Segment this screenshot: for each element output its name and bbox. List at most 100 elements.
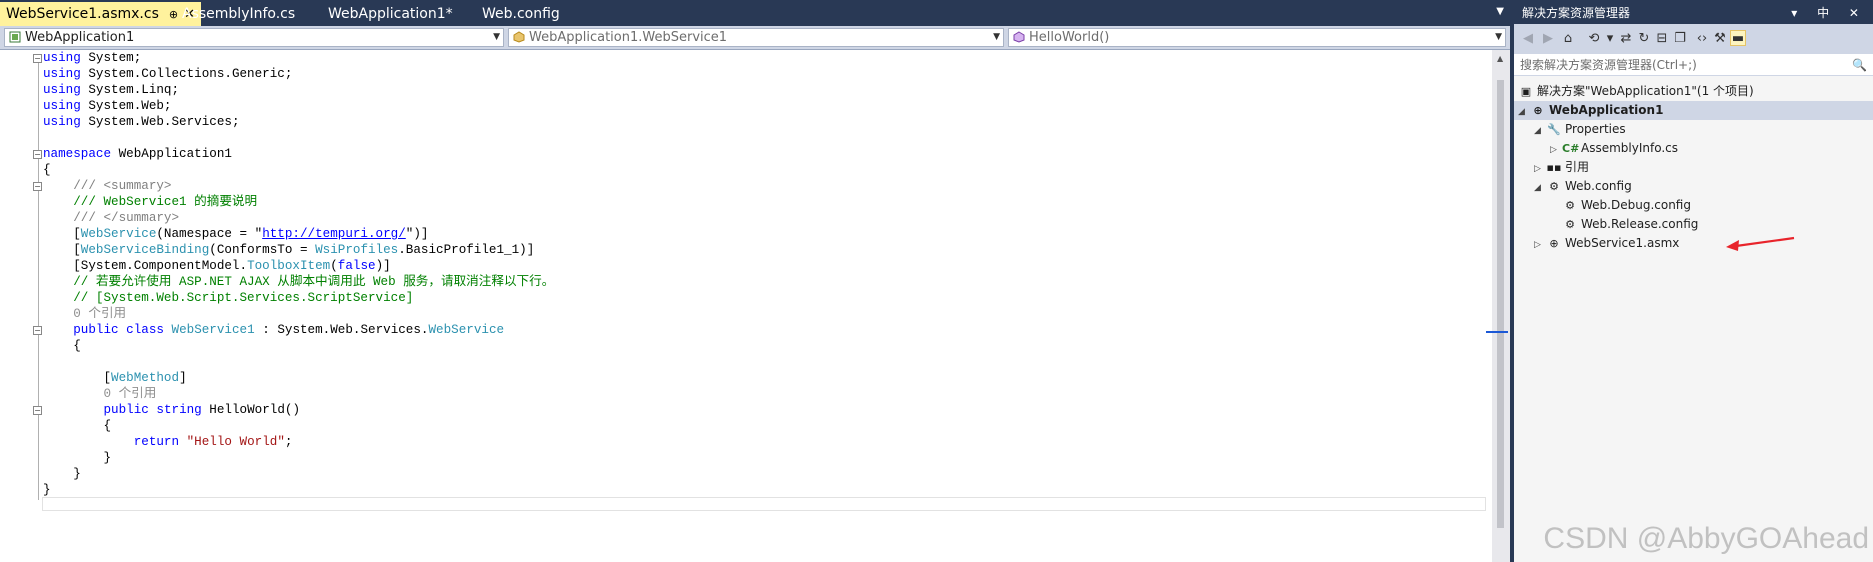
expanded-arrow-icon[interactable]: ◢ xyxy=(1534,179,1546,198)
code-line: namespace WebApplication1 xyxy=(43,147,232,161)
view-code-icon[interactable]: ‹› xyxy=(1694,31,1710,47)
code-line: [WebServiceBinding(ConformsTo = WsiProfi… xyxy=(43,243,535,257)
chevron-down-icon: ▼ xyxy=(493,32,500,42)
scroll-up-icon[interactable]: ▲ xyxy=(1497,54,1503,63)
csharp-project-icon xyxy=(9,31,21,43)
code-line: } xyxy=(43,483,51,497)
tree-node-project[interactable]: ◢ ⊕ WebApplication1 xyxy=(1514,101,1873,120)
home-icon[interactable]: ⌂ xyxy=(1560,31,1576,47)
solution-explorer-title: 解决方案资源管理器 ▾ 中 ✕ xyxy=(1514,0,1873,24)
document-tab-strip: WebService1.asmx.cs ⊕ ✕ AssemblyInfo.cs We… xyxy=(0,0,1510,26)
code-line: using System.Web.Services; xyxy=(43,115,240,129)
wrench-icon: 🔧 xyxy=(1547,123,1561,136)
code-line: using System.Web; xyxy=(43,99,172,113)
window-controls[interactable]: ▾ 中 ✕ xyxy=(1791,0,1867,26)
collapse-all-icon[interactable]: ⊟ xyxy=(1654,31,1670,47)
code-line: public class WebService1 : System.Web.Se… xyxy=(73,323,505,337)
collapse-icon[interactable]: − xyxy=(33,182,42,191)
tree-node-webservice1-asmx[interactable]: ▷ ⊕ WebService1.asmx xyxy=(1534,234,1679,253)
properties-wrench-icon[interactable]: ⚒ xyxy=(1712,31,1728,47)
tree-node-solution[interactable]: ▣ 解决方案"WebApplication1"(1 个项目) xyxy=(1518,82,1754,101)
config-file-icon: ⚙ xyxy=(1565,199,1575,212)
collapse-icon[interactable]: − xyxy=(33,54,42,63)
code-line: using System.Collections.Generic; xyxy=(43,67,293,81)
collapse-icon[interactable]: − xyxy=(33,406,42,415)
current-line-highlight xyxy=(42,497,1486,511)
project-dropdown[interactable]: WebApplication1 ▼ xyxy=(4,28,504,47)
watermark-text: CSDN @AbbyGOAhead xyxy=(1543,522,1869,555)
caret-position-marker xyxy=(1486,331,1508,333)
scrollbar-thumb[interactable] xyxy=(1497,80,1504,528)
code-line: { xyxy=(43,163,51,177)
code-line: /// <summary> xyxy=(43,179,172,193)
solution-search-input[interactable]: 搜索解决方案资源管理器(Ctrl+;) 🔍 xyxy=(1514,54,1873,76)
show-all-files-icon[interactable]: ❐ xyxy=(1672,31,1688,47)
member-dropdown-value: HelloWorld() xyxy=(1029,30,1110,45)
tree-node-web-debug-config[interactable]: ⚙ Web.Debug.config xyxy=(1562,196,1691,215)
chevron-down-icon: ▼ xyxy=(1495,32,1502,42)
solution-explorer-toolbar: ◀ ▶ ⌂ ⟲ ▾ ⇄ ↻ ⊟ ❐ ‹› ⚒ ▬ xyxy=(1514,24,1873,54)
expanded-arrow-icon[interactable]: ◢ xyxy=(1518,103,1530,122)
code-line: /// WebService1 的摘要说明 xyxy=(43,195,258,209)
back-icon[interactable]: ◀ xyxy=(1520,31,1536,47)
tab-label: WebApplication1* xyxy=(328,6,453,22)
search-icon[interactable]: 🔍 xyxy=(1852,54,1867,76)
config-file-icon: ⚙ xyxy=(1565,218,1575,231)
code-line: /// </summary> xyxy=(43,211,180,225)
tree-node-properties[interactable]: ◢ 🔧 Properties xyxy=(1534,120,1626,139)
tab-assemblyinfo-cs[interactable]: AssemblyInfo.cs xyxy=(176,3,301,25)
code-line: { xyxy=(43,339,81,353)
editor-margin xyxy=(0,50,28,562)
references-icon: ▪▪ xyxy=(1546,161,1562,174)
web-service-icon: ⊕ xyxy=(1549,237,1559,250)
web-project-icon: ⊕ xyxy=(1533,104,1543,117)
collapse-icon[interactable]: − xyxy=(33,326,42,335)
codelens-references[interactable]: 0 个引用 xyxy=(43,306,126,322)
code-line: { xyxy=(43,419,112,433)
tree-node-web-release-config[interactable]: ⚙ Web.Release.config xyxy=(1562,215,1698,234)
tree-node-references[interactable]: ▷ ▪▪ 引用 xyxy=(1534,158,1589,177)
code-line: } xyxy=(43,467,81,481)
collapsed-arrow-icon[interactable]: ▷ xyxy=(1534,236,1546,255)
tab-webapplication1[interactable]: WebApplication1* xyxy=(322,3,459,25)
tab-web-config[interactable]: Web.config xyxy=(476,3,566,25)
code-line: [WebMethod] xyxy=(43,371,187,385)
project-dropdown-value: WebApplication1 xyxy=(25,30,135,45)
collapse-icon[interactable]: − xyxy=(33,150,42,159)
code-line: // [System.Web.Script.Services.ScriptSer… xyxy=(43,291,414,305)
code-line: [System.ComponentModel.ToolboxItem(false… xyxy=(43,259,391,273)
code-editor[interactable]: − − − − − using System; using System.Col… xyxy=(0,50,1492,562)
navigation-bar: WebApplication1 ▼ WebApplication1.WebSer… xyxy=(0,26,1510,50)
pending-changes-icon[interactable]: ⇄ xyxy=(1618,31,1634,47)
config-file-icon: ⚙ xyxy=(1549,180,1559,193)
preview-selected-items-icon[interactable]: ▬ xyxy=(1730,30,1746,46)
csharp-file-icon: C# xyxy=(1562,142,1580,155)
member-dropdown[interactable]: HelloWorld() ▼ xyxy=(1008,28,1506,47)
method-icon xyxy=(1013,31,1025,43)
outline-guide xyxy=(38,60,39,500)
chevron-down-icon[interactable]: ▾ xyxy=(1602,31,1618,47)
chevron-down-icon: ▼ xyxy=(993,32,1000,42)
vertical-scrollbar[interactable]: ▲ xyxy=(1486,50,1510,562)
tempuri-link[interactable]: http://tempuri.org/ xyxy=(262,227,406,241)
tab-label: Web.config xyxy=(482,6,560,22)
tab-label: WebService1.asmx.cs xyxy=(6,6,159,22)
tab-overflow-dropdown-icon[interactable]: ▼ xyxy=(1496,6,1504,17)
expanded-arrow-icon[interactable]: ◢ xyxy=(1534,122,1546,141)
tab-webservice1-asmx-cs[interactable]: WebService1.asmx.cs ⊕ ✕ xyxy=(0,2,201,26)
tree-node-webconfig[interactable]: ◢ ⚙ Web.config xyxy=(1534,177,1632,196)
tree-node-assemblyinfo[interactable]: ▷ C# AssemblyInfo.cs xyxy=(1550,139,1678,158)
code-line: return "Hello World"; xyxy=(133,435,293,449)
code-line: using System; xyxy=(43,51,142,65)
code-line: using System.Linq; xyxy=(43,83,180,97)
class-dropdown[interactable]: WebApplication1.WebService1 ▼ xyxy=(508,28,1004,47)
tab-label: AssemblyInfo.cs xyxy=(182,6,296,22)
codelens-references[interactable]: 0 个引用 xyxy=(43,386,156,402)
editor-pane: WebService1.asmx.cs ⊕ ✕ AssemblyInfo.cs We… xyxy=(0,0,1510,562)
sync-icon[interactable]: ⟲ xyxy=(1586,31,1602,47)
class-dropdown-value: WebApplication1.WebService1 xyxy=(529,30,728,45)
class-icon xyxy=(513,31,525,43)
code-line: public string HelloWorld() xyxy=(103,403,300,417)
forward-icon[interactable]: ▶ xyxy=(1540,31,1556,47)
refresh-icon[interactable]: ↻ xyxy=(1636,31,1652,47)
